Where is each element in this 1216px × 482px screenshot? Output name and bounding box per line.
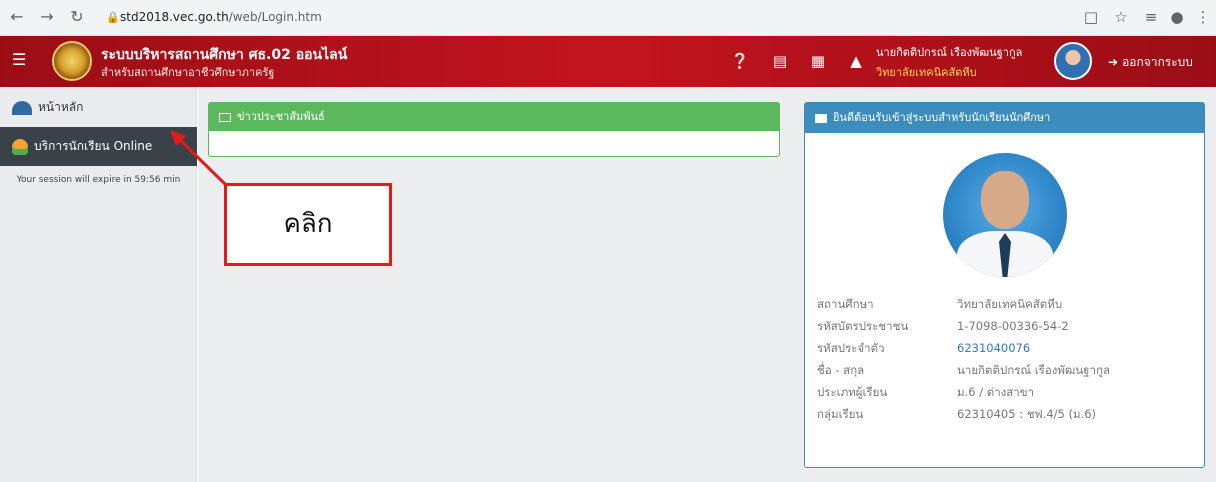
dashboard-icon [12,100,32,115]
info-label: ประเภทผู้เรียน [817,385,888,399]
sidebar-item-home[interactable]: หน้าหลัก [0,87,197,127]
sidebar-item-label: บริการนักเรียน Online [34,139,153,153]
id-card-icon [815,113,827,123]
annotation-box: คลิก [224,183,392,266]
info-value: 62310405 : ชฟ.4/5 (ม.6) [957,407,1097,421]
logout-icon: ➜ [1108,55,1119,69]
info-row-level: ประเภทผู้เรียน ม.6 / ต่างสาขา [817,381,1197,403]
url-host: std2018.vec.go.th [120,10,229,24]
logout-button[interactable]: ➜ ออกจากระบบ [1108,53,1193,72]
sidebar-item-student-online[interactable]: บริการนักเรียน Online [0,127,197,166]
news-panel-header: ข่าวประชาสัมพันธ์ [209,103,779,131]
reading-list-icon[interactable]: ≡ [1140,6,1162,28]
info-label: รหัสบัตรประชาชน [817,319,909,333]
app-header: ☰ ระบบบริหารสถานศึกษา ศธ.02 ออนไลน์ สำหร… [0,36,1216,87]
news-panel-title: ข่าวประชาสัมพันธ์ [237,110,325,123]
welcome-panel: ยินดีต้อนรับเข้าสู่ระบบสำหรับนักเรียนนัก… [804,102,1205,468]
info-value: นายกิตติปกรณ์ เรืองพัฒนฐากูล [957,363,1110,377]
forward-icon[interactable]: → [36,6,58,28]
sidebar-item-label: หน้าหลัก [38,100,84,114]
back-icon[interactable]: ← [6,6,28,28]
profile-icon[interactable]: ● [1166,6,1188,28]
translate-icon[interactable]: □ [1080,6,1102,28]
ministry-logo [52,41,92,81]
more-icon[interactable]: ⋮ [1192,6,1214,28]
session-timer: Your session will expire in 59:56 min [16,175,181,185]
help-icon[interactable]: ❔ [730,51,750,71]
newspaper-icon [219,112,231,122]
star-icon[interactable]: ☆ [1110,6,1132,28]
info-row-name: ชื่อ - สกุล นายกิตติปกรณ์ เรืองพัฒนฐากูล [817,359,1197,381]
reload-icon[interactable]: ↻ [66,6,88,28]
url-path: /web/Login.htm [228,10,322,24]
info-row-citizen-id: รหัสบัตรประชาชน 1-7098-00336-54-2 [817,315,1197,337]
browser-toolbar: ← → ↻ 🔒std2018.vec.go.th/web/Login.htm □… [0,0,1216,36]
book-icon[interactable]: ▤ [770,51,790,71]
calendar-icon[interactable]: ▦ [808,51,828,71]
student-id-link[interactable]: 6231040076 [957,337,1030,359]
user-school: วิทยาลัยเทคนิคสัตหีบ [876,66,977,79]
info-value: ม.6 / ต่างสาขา [957,385,1035,399]
logout-label: ออกจากระบบ [1122,55,1193,69]
address-bar[interactable]: 🔒std2018.vec.go.th/web/Login.htm [106,6,606,28]
student-photo [943,153,1067,277]
lock-icon: 🔒 [106,11,120,24]
info-value: 1-7098-00336-54-2 [957,319,1069,333]
info-label: กลุ่มเรียน [817,407,864,421]
bell-icon[interactable]: ▲ [846,51,866,71]
user-name: นายกิตติปกรณ์ เรืองพัฒนฐากูล [876,46,1023,59]
welcome-panel-title: ยินดีต้อนรับเข้าสู่ระบบสำหรับนักเรียนนัก… [833,111,1051,124]
student-icon [12,138,28,155]
info-label: ชื่อ - สกุล [817,363,865,377]
info-label: สถานศึกษา [817,297,874,311]
avatar[interactable] [1054,42,1092,80]
welcome-panel-header: ยินดีต้อนรับเข้าสู่ระบบสำหรับนักเรียนนัก… [805,103,1204,133]
user-info[interactable]: นายกิตติปกรณ์ เรืองพัฒนฐากูล วิทยาลัยเทค… [876,43,1036,81]
annotation-text: คลิก [283,209,333,239]
info-row-student-id: รหัสประจำตัว 6231040076 [817,337,1197,359]
info-value: วิทยาลัยเทคนิคสัตหีบ [957,297,1063,311]
main-content: ข่าวประชาสัมพันธ์ ยินดีต้อนรับเข้าสู่ระบ… [198,87,1216,482]
sidebar: หน้าหลัก บริการนักเรียน Online Your sess… [0,87,197,482]
student-info-table: สถานศึกษา วิทยาลัยเทคนิคสัตหีบ รหัสบัตรปร… [817,293,1197,425]
info-row-class-group: กลุ่มเรียน 62310405 : ชฟ.4/5 (ม.6) [817,403,1197,425]
app-subtitle: สำหรับสถานศึกษาอาชีวศึกษาภาครัฐ [101,66,275,79]
info-row-school: สถานศึกษา วิทยาลัยเทคนิคสัตหีบ [817,293,1197,315]
info-label: รหัสประจำตัว [817,341,885,355]
news-panel: ข่าวประชาสัมพันธ์ [208,102,780,157]
hamburger-menu-icon[interactable]: ☰ [12,52,28,68]
